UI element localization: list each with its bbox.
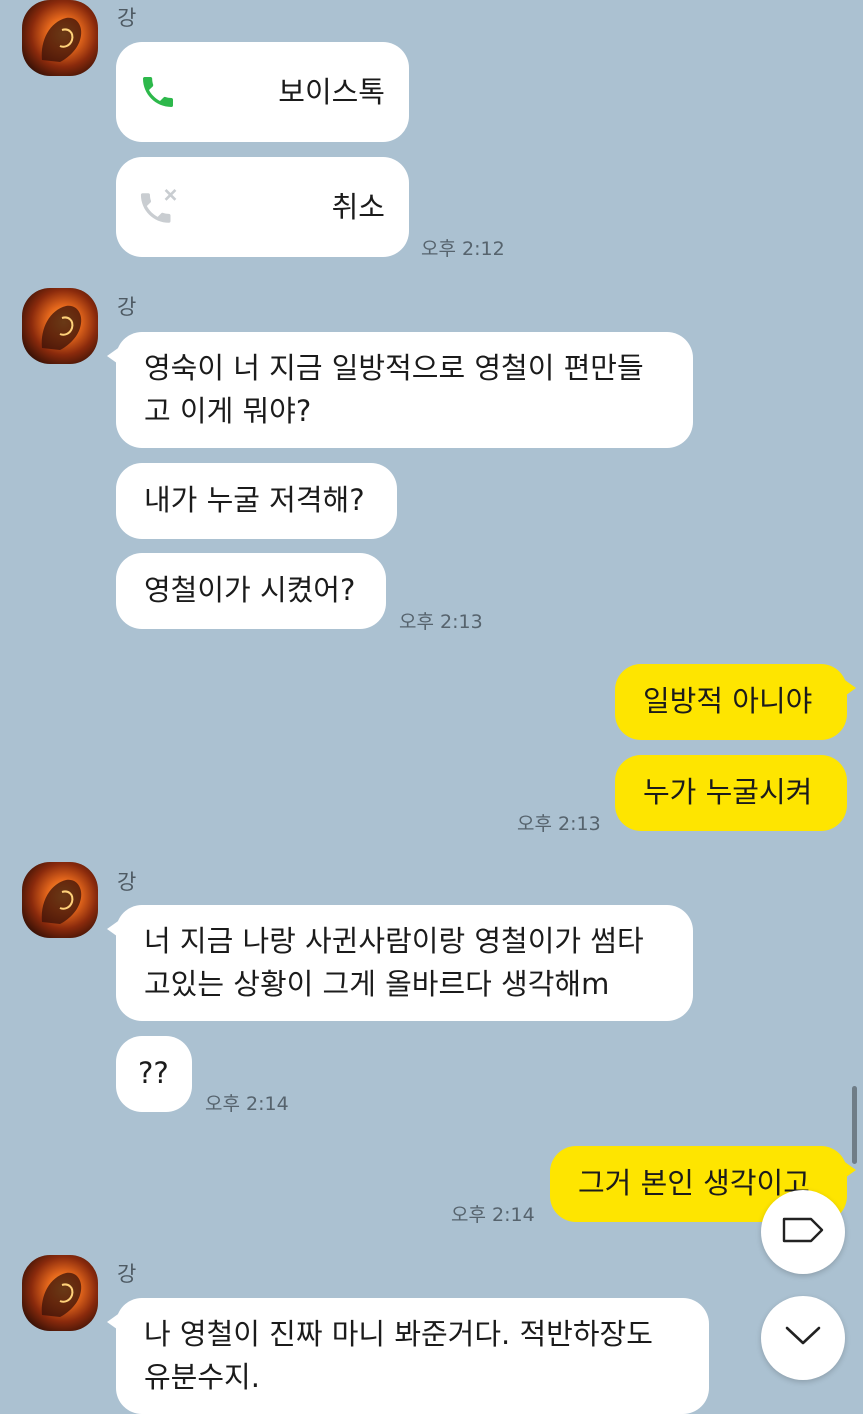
message-text: 고있는 상황이 그게 올바르다 생각해m: [144, 967, 610, 1001]
phone-missed-icon: [136, 185, 182, 243]
sender-name: 강: [117, 295, 137, 319]
message-text: 나 영철이 진짜 마니 봐준거다. 적반하장도: [144, 1317, 653, 1351]
message-text: 너 지금 나랑 사귄사람이랑 영철이가 썸타: [144, 924, 644, 958]
message-text: 누가 누굴시켜: [643, 775, 813, 809]
avatar[interactable]: [22, 0, 98, 76]
avatar[interactable]: [22, 862, 98, 938]
phone-icon: [138, 72, 178, 124]
message-bubble[interactable]: 나 영철이 진짜 마니 봐준거다. 적반하장도 유분수지.: [107, 1298, 709, 1414]
tag-icon: [781, 1215, 825, 1249]
message-bubble[interactable]: 내가 누굴 저격해?: [116, 463, 397, 539]
message-text: 고 이게 뭐야?: [144, 394, 312, 428]
scrollbar[interactable]: [852, 1086, 857, 1164]
sender-name: 강: [117, 870, 137, 894]
call-label: 취소: [331, 190, 385, 224]
scroll-down-button[interactable]: [761, 1296, 845, 1380]
my-message-bubble[interactable]: 일방적 아니야: [615, 664, 856, 740]
message-bubble[interactable]: 너 지금 나랑 사귄사람이랑 영철이가 썸타 고있는 상황이 그게 올바르다 생…: [107, 905, 693, 1021]
sender-name: 강: [117, 1262, 137, 1286]
message-text: 영철이가 시켰어?: [144, 573, 356, 607]
chevron-down-icon: [783, 1324, 823, 1352]
avatar[interactable]: [22, 1255, 98, 1331]
message-time: 오후 2:14: [451, 1204, 535, 1226]
message-text: 일방적 아니야: [643, 684, 813, 718]
message-bubble[interactable]: 영숙이 너 지금 일방적으로 영철이 편만들 고 이게 뭐야?: [107, 332, 693, 448]
cancelled-call-message[interactable]: 취소: [116, 157, 409, 257]
message-text: ??: [138, 1056, 169, 1090]
message-time: 오후 2:12: [421, 238, 505, 260]
tag-button[interactable]: [761, 1190, 845, 1274]
message-time: 오후 2:13: [399, 611, 483, 633]
message-time: 오후 2:14: [205, 1093, 289, 1115]
message-text: 영숙이 너 지금 일방적으로 영철이 편만들: [144, 351, 644, 385]
avatar[interactable]: [22, 288, 98, 364]
sender-name: 강: [117, 6, 137, 30]
call-label: 보이스톡: [278, 75, 385, 109]
message-bubble[interactable]: 영철이가 시켰어?: [116, 553, 386, 629]
message-text: 내가 누굴 저격해?: [144, 483, 365, 517]
message-text: 유분수지.: [144, 1360, 260, 1394]
message-bubble[interactable]: ??: [116, 1036, 192, 1112]
voice-talk-message[interactable]: 보이스톡: [116, 42, 409, 142]
message-time: 오후 2:13: [517, 813, 601, 835]
my-message-bubble[interactable]: 누가 누굴시켜: [615, 755, 847, 831]
